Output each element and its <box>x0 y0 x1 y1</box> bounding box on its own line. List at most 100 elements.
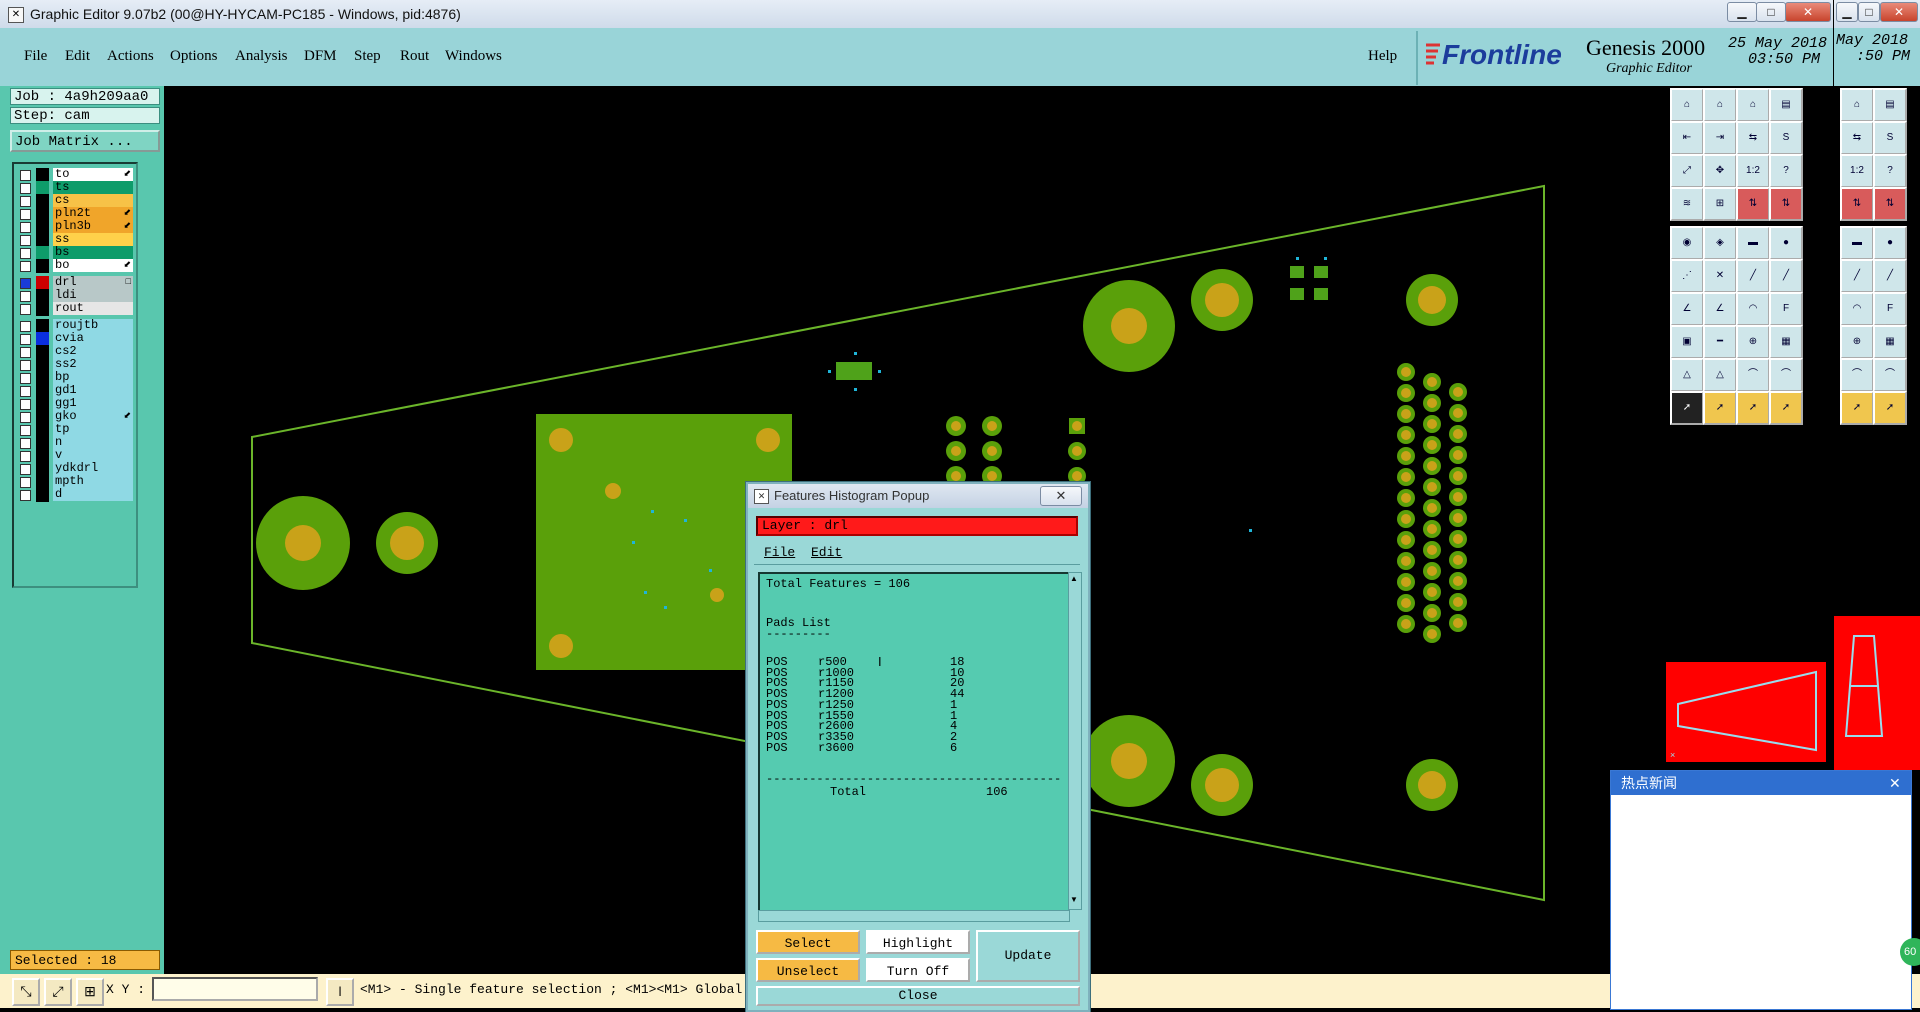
layer-color-swatch[interactable] <box>36 276 49 290</box>
block-icon[interactable]: ▦ <box>1769 325 1803 359</box>
menu-dfm[interactable]: DFM <box>304 48 337 65</box>
line-icon[interactable]: ╱ <box>1769 259 1803 293</box>
highlight-button[interactable]: Highlight <box>866 930 970 954</box>
layer-checkbox[interactable] <box>20 399 31 410</box>
layer-name[interactable]: bo ⬋ <box>53 259 133 272</box>
menu-file[interactable]: File <box>24 48 47 65</box>
select-button[interactable]: Select <box>756 930 860 954</box>
red-tool-icon[interactable]: ⇅ <box>1873 187 1907 221</box>
house-icon[interactable]: ⌂ <box>1703 88 1737 122</box>
layer-color-swatch[interactable] <box>36 194 49 208</box>
layer-color-swatch[interactable] <box>36 246 49 260</box>
layer-checkbox[interactable] <box>20 477 31 488</box>
layer-checkbox[interactable] <box>20 170 31 181</box>
flip-icon[interactable]: F <box>1873 292 1907 326</box>
layer-row-d[interactable]: d <box>18 488 133 502</box>
layer-color-swatch[interactable] <box>36 259 49 273</box>
line-icon[interactable]: ╱ <box>1736 259 1770 293</box>
layer-checkbox[interactable] <box>20 438 31 449</box>
popup-close-button[interactable]: ✕ <box>1040 486 1082 506</box>
layer-checkbox[interactable] <box>20 464 31 475</box>
minus-icon[interactable]: ━ <box>1703 325 1737 359</box>
layer-color-swatch[interactable] <box>36 475 49 489</box>
layer-color-swatch[interactable] <box>36 371 49 385</box>
layer-color-swatch[interactable] <box>36 168 49 182</box>
layer-checkbox[interactable] <box>20 490 31 501</box>
maximize-button[interactable]: □ <box>1756 2 1786 22</box>
erase-icon[interactable]: ◈ <box>1703 226 1737 260</box>
layer-color-swatch[interactable] <box>36 384 49 398</box>
s-curve-icon[interactable]: S <box>1769 121 1803 155</box>
arch-icon[interactable]: ⌒ <box>1840 358 1874 392</box>
layer-row-to[interactable]: to ⬋ <box>18 168 133 182</box>
dot-icon[interactable]: ● <box>1873 226 1907 260</box>
square-icon[interactable]: ▣ <box>1670 325 1704 359</box>
layer-checkbox[interactable] <box>20 248 31 259</box>
grid-icon[interactable]: ⊞ <box>76 978 104 1006</box>
layer-row-bs[interactable]: bs <box>18 246 133 260</box>
bg-maximize-button[interactable]: □ <box>1858 2 1880 22</box>
layer-checkbox[interactable] <box>20 373 31 384</box>
overview-map[interactable]: × <box>1666 662 1826 762</box>
layer-row-pln3b[interactable]: pln3b ⬋ <box>18 220 133 234</box>
layer-color-swatch[interactable] <box>36 397 49 411</box>
cursor-icon[interactable]: ➚ <box>1703 391 1737 425</box>
menu-actions[interactable]: Actions <box>107 48 154 65</box>
bg-minimize-button[interactable]: ▁ <box>1836 2 1858 22</box>
s-curve-icon[interactable]: S <box>1873 121 1907 155</box>
angle-icon[interactable]: ∠ <box>1670 292 1704 326</box>
line-icon[interactable]: ╱ <box>1873 259 1907 293</box>
layer-checkbox[interactable] <box>20 321 31 332</box>
layer-row-tp[interactable]: tp <box>18 423 133 437</box>
arrow-left-icon[interactable]: ⇤ <box>1670 121 1704 155</box>
arch-icon[interactable]: ⌒ <box>1769 358 1803 392</box>
layer-color-swatch[interactable] <box>36 302 49 316</box>
layer-color-swatch[interactable] <box>36 319 49 333</box>
layer-color-swatch[interactable] <box>36 436 49 450</box>
layer-name[interactable]: d <box>53 488 133 501</box>
layer-color-swatch[interactable] <box>36 358 49 372</box>
cursor-icon[interactable]: ➚ <box>1670 391 1704 425</box>
bar-icon[interactable]: ▬ <box>1840 226 1874 260</box>
triangle-icon[interactable]: △ <box>1670 358 1704 392</box>
histogram-text-area[interactable]: Total Features = 106 Pads List ---------… <box>758 572 1070 912</box>
home-icon[interactable]: ⌂ <box>1736 88 1770 122</box>
arch-icon[interactable]: ⌒ <box>1873 358 1907 392</box>
red-tool-icon[interactable]: ⇅ <box>1840 187 1874 221</box>
layer-checkbox[interactable] <box>20 235 31 246</box>
layer-checkbox[interactable] <box>20 360 31 371</box>
menu-step[interactable]: Step <box>354 48 381 65</box>
close-button[interactable]: ✕ <box>1785 2 1831 22</box>
arrow-right-icon[interactable]: ⇥ <box>1703 121 1737 155</box>
turn-off-button[interactable]: Turn Off <box>866 958 970 982</box>
cursor-icon[interactable]: ➚ <box>1840 391 1874 425</box>
question-icon[interactable]: ? <box>1873 154 1907 188</box>
corner-badge[interactable]: 60 <box>1900 938 1920 966</box>
angle-icon[interactable]: ∠ <box>1703 292 1737 326</box>
layer-color-swatch[interactable] <box>36 289 49 303</box>
cursor-icon[interactable]: ➚ <box>1873 391 1907 425</box>
arc-icon[interactable]: ◠ <box>1736 292 1770 326</box>
layer-color-swatch[interactable] <box>36 345 49 359</box>
update-button[interactable]: Update <box>976 930 1080 982</box>
home-icon[interactable]: ⌂ <box>1840 88 1874 122</box>
popup-menu-edit[interactable]: Edit <box>811 545 842 560</box>
measure-icon[interactable]: ⤢ <box>44 978 72 1006</box>
layer-color-swatch[interactable] <box>36 181 49 195</box>
swap-icon[interactable]: ⇆ <box>1840 121 1874 155</box>
layer-name[interactable]: mpth <box>53 475 133 488</box>
scroll-up-icon[interactable]: ▲ <box>1070 574 1078 583</box>
info-icon[interactable]: ⏽ <box>326 978 354 1006</box>
xy-input[interactable] <box>152 977 318 1001</box>
layer-color-swatch[interactable] <box>36 207 49 221</box>
layer-checkbox[interactable] <box>20 451 31 462</box>
layer-color-swatch[interactable] <box>36 462 49 476</box>
layer-checkbox[interactable] <box>20 196 31 207</box>
house-icon[interactable]: ⌂ <box>1670 88 1704 122</box>
layer-checkbox[interactable] <box>20 425 31 436</box>
job-matrix-button[interactable]: Job Matrix ... <box>10 130 160 152</box>
swap-icon[interactable]: ⇆ <box>1736 121 1770 155</box>
minimize-button[interactable]: ▁ <box>1727 2 1757 22</box>
layer-checkbox[interactable] <box>20 386 31 397</box>
layer-checkbox[interactable] <box>20 278 31 289</box>
